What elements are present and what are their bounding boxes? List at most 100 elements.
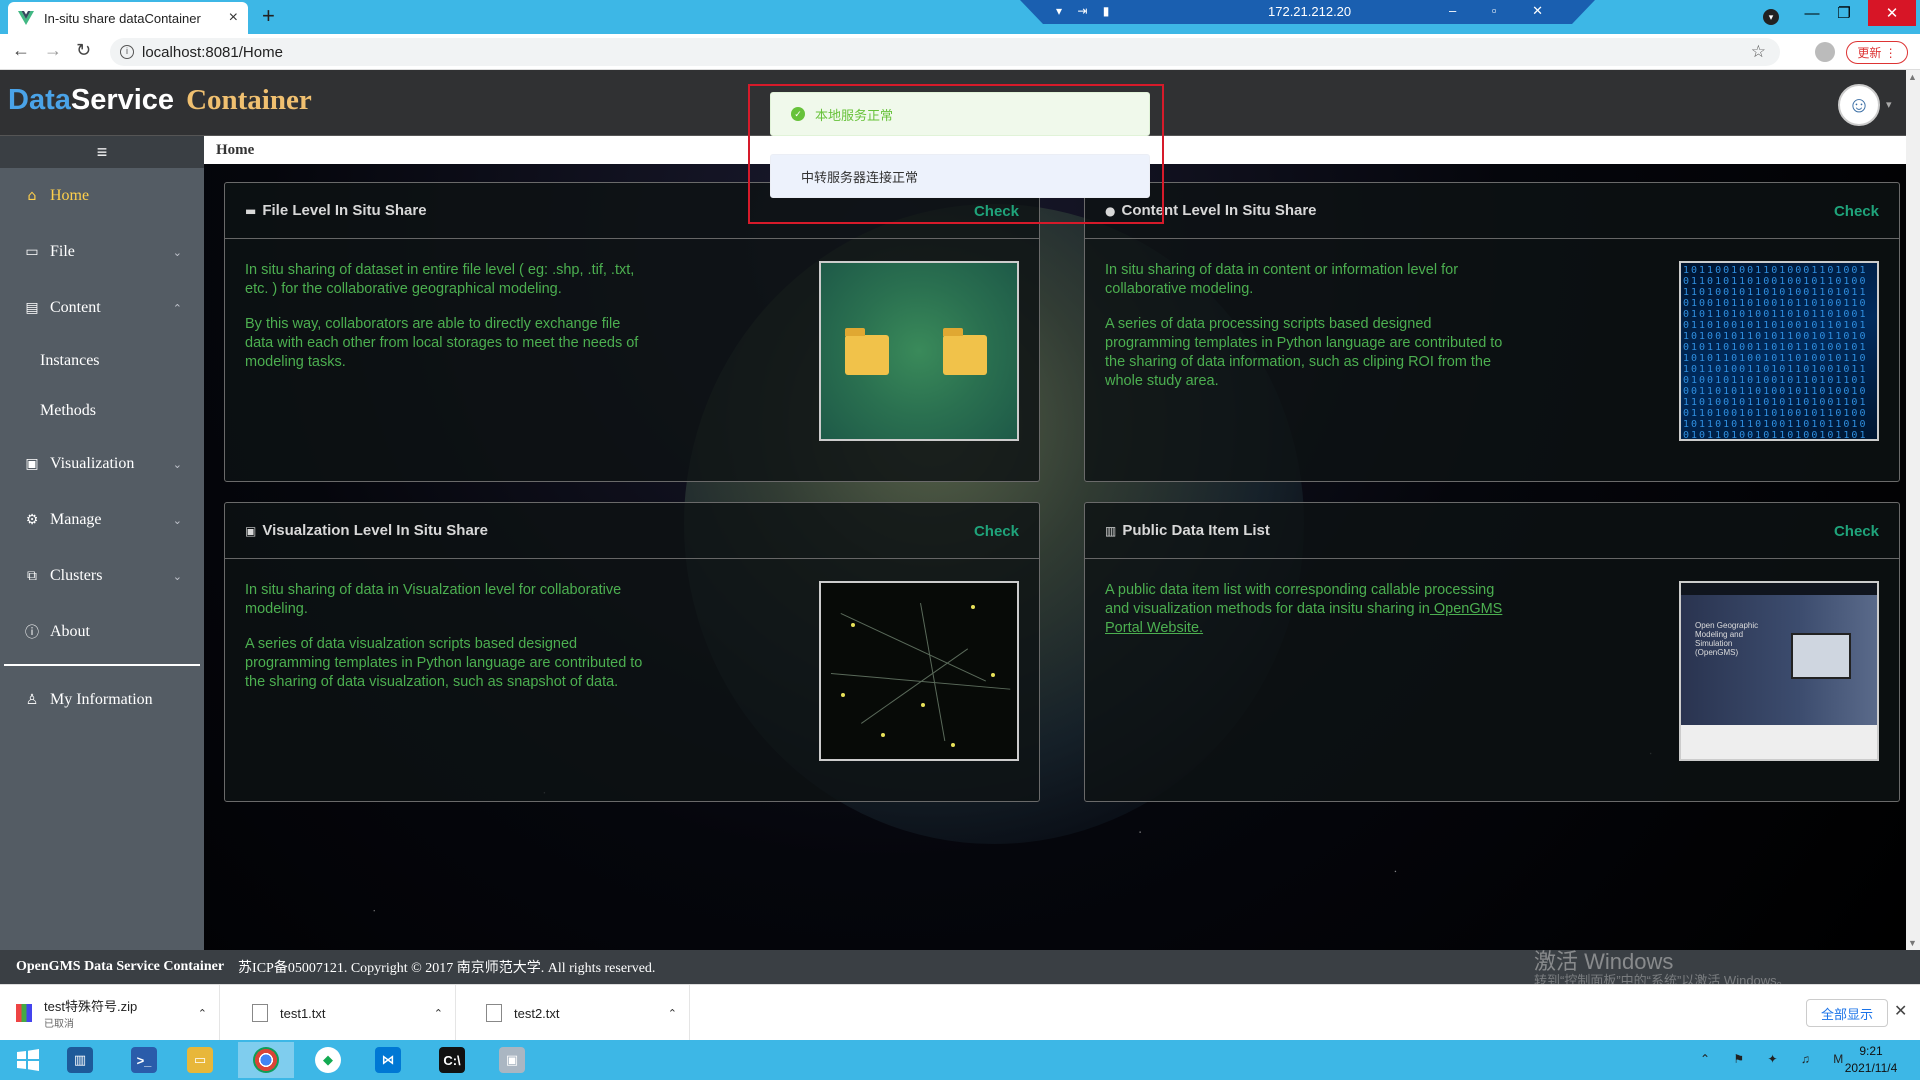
terminal-icon: C:\ [439, 1047, 465, 1073]
taskbar-app-chrome[interactable] [238, 1042, 294, 1078]
update-button[interactable]: 更新 ⋮ [1846, 41, 1908, 64]
chevron-up-icon[interactable]: ⌃ [668, 1007, 677, 1020]
reload-icon[interactable]: ↻ [76, 40, 91, 61]
clock-time: 9:21 [1859, 1044, 1883, 1058]
graph-node [951, 743, 955, 747]
card-paragraph: By this way, collaborators are able to d… [245, 316, 639, 370]
brand-logo[interactable]: DataService Container [8, 84, 312, 117]
user-avatar[interactable]: ☺ [1838, 84, 1880, 126]
card-paragraph: In situ sharing of data in content or in… [1105, 262, 1459, 297]
card-paragraph: A public data item list with correspondi… [1105, 581, 1505, 638]
scroll-down-icon[interactable]: ▼ [1908, 938, 1917, 948]
trash-icon: ▥ [1105, 523, 1117, 538]
sidebar-item-file[interactable]: ▭ File ⌄ [0, 224, 204, 280]
card-content-level: ● Content Level In Situ Share Check In s… [1084, 182, 1900, 482]
taskbar-app-terminal[interactable]: C:\ [424, 1042, 480, 1078]
sidebar-item-label: Visualization [50, 455, 135, 472]
breadcrumb-item-home[interactable]: Home [216, 142, 254, 159]
page-scrollbar[interactable]: ▲ ▼ [1906, 70, 1920, 950]
chevron-up-icon[interactable]: ⌃ [434, 1007, 443, 1020]
taskbar-app-vscode[interactable]: ⋈ [360, 1042, 416, 1078]
start-button[interactable] [0, 1042, 56, 1078]
remote-pin-icon[interactable]: ▾ ⇥ ▮ [1056, 4, 1115, 18]
cluster-icon: ⧉ [27, 568, 37, 584]
browser-tab[interactable]: In-situ share dataContainer × [8, 2, 248, 34]
sidebar-item-about[interactable]: ⓘ About [0, 604, 204, 660]
download-info: test2.txt [514, 1006, 668, 1021]
url-input[interactable]: i localhost:8081/Home ☆ [110, 38, 1780, 66]
sidebar-item-clusters[interactable]: ⧉ Clusters ⌄ [0, 548, 204, 604]
system-tray-icons[interactable]: ⌃ ⚑ ✦ ♫ M [1700, 1052, 1853, 1066]
close-download-bar-icon[interactable]: ✕ [1894, 1001, 1907, 1021]
content-icon: ▤ [25, 300, 39, 316]
sidebar-item-methods[interactable]: Methods [0, 386, 204, 436]
chevron-down-icon[interactable]: ▾ [1886, 98, 1892, 111]
graph-node [881, 733, 885, 737]
sidebar-item-instances[interactable]: Instances [0, 336, 204, 386]
taskbar-app-mongodb[interactable]: ◆ [300, 1042, 356, 1078]
site-nav-bar [1681, 583, 1877, 595]
task-view-icon: ▥ [67, 1047, 93, 1073]
brand-part-service: Service [70, 84, 175, 116]
chrome-profile-menu-icon[interactable]: ▾ [1763, 9, 1779, 25]
download-item[interactable]: test特殊符号.zip 已取消 ⌃ [0, 985, 220, 1041]
window-close-icon[interactable]: ✕ [1868, 0, 1916, 26]
chevron-up-icon[interactable]: ⌃ [198, 1007, 207, 1020]
check-button[interactable]: Check [1834, 523, 1879, 540]
card-title: File Level In Situ Share [262, 202, 427, 219]
card-title: Public Data Item List [1122, 522, 1270, 539]
check-circle-icon: ✓ [791, 107, 805, 121]
scroll-up-icon[interactable]: ▲ [1908, 72, 1917, 82]
taskbar-clock[interactable]: 9:21 2021/11/4 [1838, 1043, 1904, 1077]
user-icon: ♙ [25, 692, 39, 708]
profile-icon[interactable] [1815, 42, 1835, 62]
tab-close-icon[interactable]: × [229, 9, 238, 27]
card-header: ▣ Visualzation Level In Situ Share [225, 503, 1039, 559]
sidebar-item-manage[interactable]: ⚙ Manage ⌄ [0, 492, 204, 548]
card-body: In situ sharing of data in Visualzation … [245, 581, 645, 708]
sidebar-item-home[interactable]: ⌂ Home [0, 168, 204, 224]
text-file-icon [486, 1004, 502, 1022]
taskbar-app-explorer-view[interactable]: ▥ [52, 1042, 108, 1078]
restore-icon[interactable]: ❐ [1824, 0, 1864, 26]
footer-brand: OpenGMS Data Service Container [16, 959, 225, 974]
new-tab-button[interactable]: + [262, 5, 275, 27]
graph-node [971, 605, 975, 609]
download-item[interactable]: test2.txt ⌃ [470, 985, 690, 1041]
graph-edge [920, 603, 946, 742]
show-all-downloads-button[interactable]: 全部显示 [1806, 999, 1888, 1027]
success-message: 本地服务正常 [815, 107, 894, 123]
tab-title: In-situ share dataContainer [44, 10, 201, 26]
graph-edge [830, 673, 1011, 690]
bookmark-star-icon[interactable]: ☆ [1751, 42, 1766, 62]
sidebar-toggle-icon[interactable]: ≡ [0, 136, 204, 168]
graph-node [921, 703, 925, 707]
chevron-down-icon: ⌄ [172, 458, 182, 471]
home-icon: ⌂ [27, 188, 37, 204]
taskbar-app-remote[interactable]: ▣ [484, 1042, 540, 1078]
download-item[interactable]: test1.txt ⌃ [236, 985, 456, 1041]
sidebar-item-content[interactable]: ▤ Content ⌃ [0, 280, 204, 336]
sidebar-item-label: My Information [50, 691, 153, 708]
site-info-icon[interactable]: i [120, 45, 134, 59]
remote-window-controls[interactable]: – ▫ ✕ [1449, 3, 1559, 19]
leaf-icon: ◆ [315, 1047, 341, 1073]
back-arrow-icon[interactable]: ← [12, 40, 30, 61]
sidebar-item-my-information[interactable]: ♙ My Information [0, 672, 204, 728]
card-paragraph: In situ sharing of data in Visualzation … [245, 582, 622, 617]
check-button[interactable]: Check [974, 523, 1019, 540]
graph-edge [840, 613, 987, 682]
main-content: ▬ File Level In Situ Share Check In situ… [204, 164, 1906, 950]
chevron-up-icon: ⌃ [172, 302, 182, 315]
remote-desktop-icon: ▣ [499, 1047, 525, 1073]
download-status: 已取消 [44, 1019, 74, 1030]
address-bar: ← → ↻ i localhost:8081/Home ☆ 更新 ⋮ [0, 34, 1920, 70]
sidebar-item-visualization[interactable]: ▣ Visualization ⌄ [0, 436, 204, 492]
vscode-icon: ⋈ [375, 1047, 401, 1073]
check-button[interactable]: Check [1834, 203, 1879, 220]
taskbar-app-powershell[interactable]: >_ [116, 1042, 172, 1078]
card-paragraph: In situ sharing of dataset in entire fil… [245, 262, 635, 297]
card-body: In situ sharing of dataset in entire fil… [245, 261, 645, 388]
taskbar-app-file-explorer[interactable]: ▭ [172, 1042, 228, 1078]
forward-arrow-icon[interactable]: → [44, 40, 62, 61]
